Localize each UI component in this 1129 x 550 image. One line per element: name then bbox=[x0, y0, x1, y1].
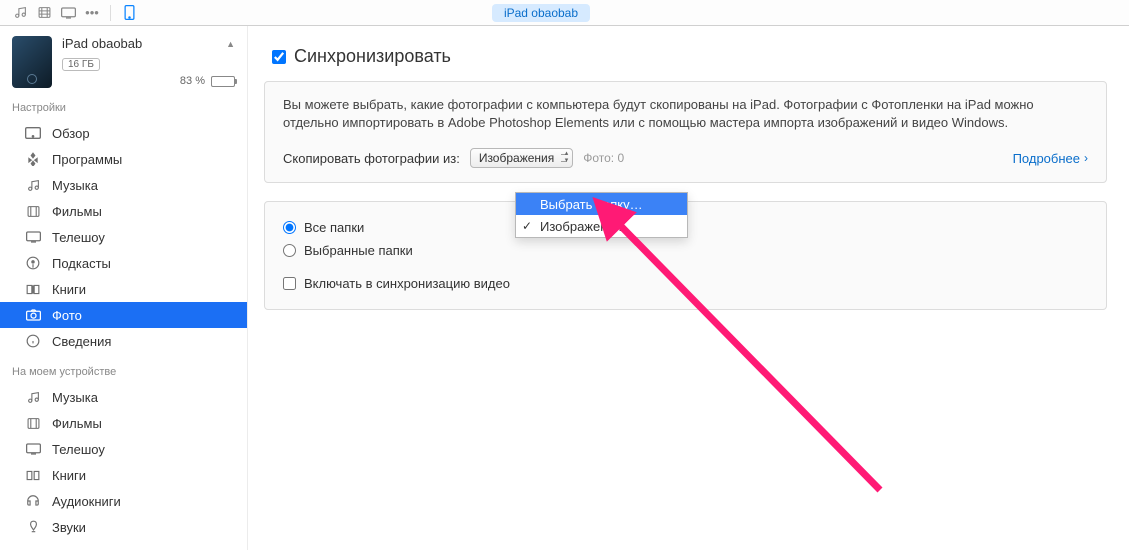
tv-tab-icon[interactable] bbox=[56, 4, 80, 22]
copy-panel: Вы можете выбрать, какие фотографии с ко… bbox=[264, 81, 1107, 183]
sounds-icon bbox=[24, 519, 42, 535]
device-item-films[interactable]: Фильмы bbox=[0, 410, 247, 436]
info-icon bbox=[24, 333, 42, 349]
sync-title: Синхронизировать bbox=[294, 46, 451, 67]
more-link[interactable]: Подробнее › bbox=[1013, 151, 1088, 166]
books-icon bbox=[24, 467, 42, 483]
device-item-books[interactable]: Книги bbox=[0, 462, 247, 488]
sidebar-label: Книги bbox=[52, 282, 86, 297]
sidebar-item-books[interactable]: Книги bbox=[0, 276, 247, 302]
source-selected-value: Изображения bbox=[479, 151, 554, 165]
source-select[interactable]: Изображения ▴▾ bbox=[470, 148, 573, 168]
audiobooks-icon bbox=[24, 493, 42, 509]
tv-icon bbox=[24, 229, 42, 245]
radio-selected-label: Выбранные папки bbox=[304, 243, 413, 258]
battery-percent: 83 % bbox=[180, 75, 205, 87]
device-item-tvshows[interactable]: Телешоу bbox=[0, 436, 247, 462]
sidebar-item-overview[interactable]: Обзор bbox=[0, 120, 247, 146]
device-capacity: 16 ГБ bbox=[62, 58, 100, 71]
select-arrows-icon: ▴▾ bbox=[565, 150, 569, 164]
films-icon bbox=[24, 415, 42, 431]
sidebar-item-apps[interactable]: Программы bbox=[0, 146, 247, 172]
include-video-label: Включать в синхронизацию видео bbox=[304, 276, 510, 291]
toolbar: ••• iPad obaobab bbox=[0, 0, 1129, 26]
device-thumbnail bbox=[12, 36, 52, 88]
sidebar-label: Фильмы bbox=[52, 416, 102, 431]
sync-checkbox[interactable] bbox=[272, 50, 286, 64]
sidebar-label: Звуки bbox=[52, 520, 86, 535]
books-icon bbox=[24, 281, 42, 297]
main-content: Синхронизировать Вы можете выбрать, каки… bbox=[248, 26, 1129, 550]
include-video-checkbox[interactable] bbox=[283, 277, 296, 290]
films-icon bbox=[24, 203, 42, 219]
device-header: iPad obaobab ▲ 16 ГБ 83 % bbox=[0, 26, 247, 98]
toolbar-center: iPad obaobab bbox=[141, 4, 941, 22]
sidebar-label: Программы bbox=[52, 152, 122, 167]
sidebar-item-films[interactable]: Фильмы bbox=[0, 198, 247, 224]
battery-icon bbox=[211, 76, 235, 87]
device-item-audiobooks[interactable]: Аудиокниги bbox=[0, 488, 247, 514]
device-item-music[interactable]: Музыка bbox=[0, 384, 247, 410]
sidebar-label: Телешоу bbox=[52, 230, 105, 245]
sidebar-label: Сведения bbox=[52, 334, 111, 349]
device-pill[interactable]: iPad obaobab bbox=[492, 4, 590, 22]
photos-icon bbox=[24, 307, 42, 323]
copy-from-label: Скопировать фотографии из: bbox=[283, 151, 460, 166]
music-icon bbox=[24, 389, 42, 405]
sidebar-item-tvshows[interactable]: Телешоу bbox=[0, 224, 247, 250]
photo-count: Фото: 0 bbox=[583, 151, 624, 165]
sidebar-label: Подкасты bbox=[52, 256, 111, 271]
movies-tab-icon[interactable] bbox=[32, 4, 56, 22]
sidebar-label: Фото bbox=[52, 308, 82, 323]
check-icon: ✓ bbox=[522, 219, 532, 233]
podcasts-icon bbox=[24, 255, 42, 271]
panel-description: Вы можете выбрать, какие фотографии с ко… bbox=[283, 96, 1088, 132]
sidebar-label: Обзор bbox=[52, 126, 90, 141]
sidebar-label: Телешоу bbox=[52, 442, 105, 457]
eject-icon[interactable]: ▲ bbox=[226, 39, 235, 49]
sidebar-label: Музыка bbox=[52, 178, 98, 193]
apps-icon bbox=[24, 151, 42, 167]
section-settings-title: Настройки bbox=[0, 98, 247, 120]
device-item-sounds[interactable]: Звуки bbox=[0, 514, 247, 540]
radio-all-folders[interactable] bbox=[283, 221, 296, 234]
sidebar-label: Книги bbox=[52, 468, 86, 483]
dropdown-images[interactable]: ✓ Изображения bbox=[516, 215, 687, 237]
sidebar: iPad obaobab ▲ 16 ГБ 83 % Настройки Обзо… bbox=[0, 26, 248, 550]
device-name: iPad obaobab bbox=[62, 36, 142, 51]
tv-icon bbox=[24, 441, 42, 457]
music-icon bbox=[24, 177, 42, 193]
source-dropdown: Выбрать папку… ✓ Изображения bbox=[515, 192, 688, 238]
dropdown-choose-folder[interactable]: Выбрать папку… bbox=[516, 193, 687, 215]
sidebar-item-photos[interactable]: Фото bbox=[0, 302, 247, 328]
music-tab-icon[interactable] bbox=[8, 4, 32, 22]
sidebar-item-info[interactable]: Сведения bbox=[0, 328, 247, 354]
sidebar-item-podcasts[interactable]: Подкасты bbox=[0, 250, 247, 276]
radio-selected-folders[interactable] bbox=[283, 244, 296, 257]
sidebar-label: Фильмы bbox=[52, 204, 102, 219]
overview-icon bbox=[24, 125, 42, 141]
section-ondevice-title: На моем устройстве bbox=[0, 362, 247, 384]
device-tab-icon[interactable] bbox=[117, 4, 141, 22]
sidebar-item-music[interactable]: Музыка bbox=[0, 172, 247, 198]
chevron-right-icon: › bbox=[1084, 151, 1088, 165]
sidebar-label: Музыка bbox=[52, 390, 98, 405]
radio-all-label: Все папки bbox=[304, 220, 364, 235]
more-tab-icon[interactable]: ••• bbox=[80, 4, 104, 22]
sidebar-label: Аудиокниги bbox=[52, 494, 121, 509]
